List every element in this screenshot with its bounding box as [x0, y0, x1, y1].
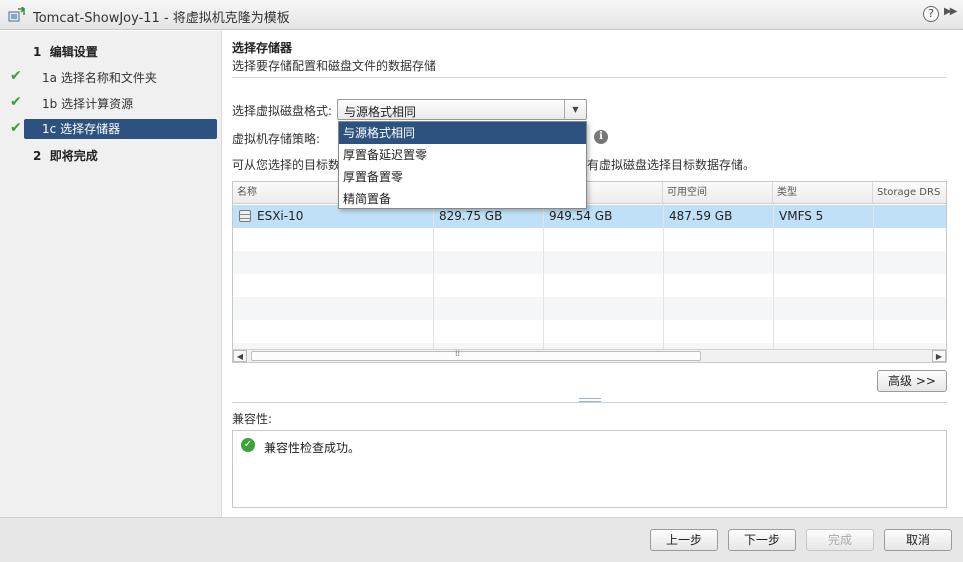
column-divider: [543, 204, 544, 350]
column-divider: [433, 204, 434, 350]
panel-splitter[interactable]: [232, 402, 947, 403]
back-button[interactable]: 上一步: [650, 529, 718, 551]
step-ready-to-complete[interactable]: 2 即将完成: [33, 146, 98, 166]
step-select-compute-resource[interactable]: 1b 选择计算资源: [24, 94, 217, 114]
grip-icon: ⁞⁞: [455, 349, 461, 358]
step-label: 选择存储器: [60, 122, 121, 136]
type-cell: VMFS 5: [779, 209, 824, 223]
main-content: 选择存储器 选择要存储配置和磁盘文件的数据存储 选择虚拟磁盘格式: 与源格式相同…: [222, 31, 963, 517]
empty-row: [233, 251, 946, 274]
disk-format-dropdown: 与源格式相同 厚置备延迟置零 厚置备置零 精简置备: [338, 121, 587, 209]
column-header-type[interactable]: 类型: [773, 182, 873, 204]
column-divider: [873, 204, 874, 350]
compatibility-panel: ✓ 兼容性检查成功。: [232, 430, 947, 508]
disk-format-value: 与源格式相同: [344, 105, 417, 119]
vm-clone-icon: [8, 7, 26, 22]
step-number: 1b: [42, 97, 58, 111]
scroll-left-icon[interactable]: ◀: [233, 350, 247, 362]
step-select-storage[interactable]: 1c 选择存储器: [24, 119, 217, 139]
step-label: 即将完成: [49, 149, 98, 163]
column-header-free-space[interactable]: 可用空间: [663, 182, 773, 204]
window-title: Tomcat-ShowJoy-11 - 将虚拟机克隆为模板: [33, 11, 290, 26]
expand-icon[interactable]: ▶▶: [944, 6, 957, 17]
dropdown-option[interactable]: 厚置备延迟置零: [339, 144, 586, 166]
empty-row: [233, 297, 946, 320]
horizontal-scrollbar[interactable]: ◀ ⁞⁞ ▶: [233, 349, 946, 362]
check-icon: ✔: [10, 94, 22, 110]
hint-text-suffix: 所有虚拟磁盘选择目标数据存储。: [575, 158, 756, 172]
disk-format-select[interactable]: 与源格式相同 ▼: [337, 99, 587, 120]
storage-policy-label: 虚拟机存储策略:: [232, 132, 321, 146]
page-description: 选择要存储配置和磁盘文件的数据存储: [232, 59, 437, 73]
advanced-button[interactable]: 高级 >>: [877, 370, 947, 392]
step-number: 1a: [42, 71, 57, 85]
free-space-cell: 487.59 GB: [669, 209, 733, 223]
disk-format-label: 选择虚拟磁盘格式:: [232, 104, 333, 118]
cancel-button[interactable]: 取消: [884, 529, 952, 551]
step-edit-settings[interactable]: 1 编辑设置: [33, 42, 98, 62]
step-label: 选择名称和文件夹: [60, 71, 157, 85]
column-divider: [663, 204, 664, 350]
datastore-name-cell: ESXi-10: [233, 205, 303, 228]
info-icon[interactable]: i: [594, 130, 608, 144]
check-icon: ✔: [10, 68, 22, 84]
dropdown-option[interactable]: 与源格式相同: [339, 122, 586, 144]
compatibility-label: 兼容性:: [232, 412, 273, 426]
finish-button[interactable]: 完成: [806, 529, 874, 551]
help-icon[interactable]: ?: [923, 6, 939, 22]
splitter-grip-icon[interactable]: [579, 398, 601, 402]
hint-text-prefix: 可从您选择的目标数: [232, 158, 341, 172]
chevron-down-icon[interactable]: ▼: [564, 100, 586, 119]
scrollbar-thumb[interactable]: [251, 351, 701, 361]
success-check-icon: ✓: [241, 438, 255, 452]
page-title: 选择存储器: [232, 41, 293, 55]
column-divider: [773, 204, 774, 350]
column-header-storage-drs[interactable]: Storage DRS: [873, 182, 946, 204]
dropdown-option[interactable]: 精简置备: [339, 188, 586, 210]
step-number: 1c: [42, 122, 57, 136]
step-select-name-folder[interactable]: 1a 选择名称和文件夹: [24, 68, 217, 88]
datastore-icon: [239, 209, 251, 222]
scroll-right-icon[interactable]: ▶: [932, 350, 946, 362]
datastore-name: ESXi-10: [257, 209, 304, 223]
header-divider: [232, 77, 947, 78]
step-number: 2: [33, 149, 42, 163]
step-label: 选择计算资源: [61, 97, 134, 111]
step-label: 编辑设置: [49, 45, 98, 59]
step-number: 1: [33, 45, 42, 59]
wizard-footer: 上一步 下一步 完成 取消: [0, 517, 963, 562]
check-icon: ✔: [10, 120, 22, 136]
next-button[interactable]: 下一步: [728, 529, 796, 551]
compatibility-message: 兼容性检查成功。: [264, 441, 361, 455]
title-bar: Tomcat-ShowJoy-11 - 将虚拟机克隆为模板 ? ▶▶: [0, 0, 963, 30]
wizard-steps-nav: 1 编辑设置 ✔ 1a 选择名称和文件夹 ✔ 1b 选择计算资源 ✔ 1c 选择…: [0, 31, 222, 517]
dropdown-option[interactable]: 厚置备置零: [339, 166, 586, 188]
